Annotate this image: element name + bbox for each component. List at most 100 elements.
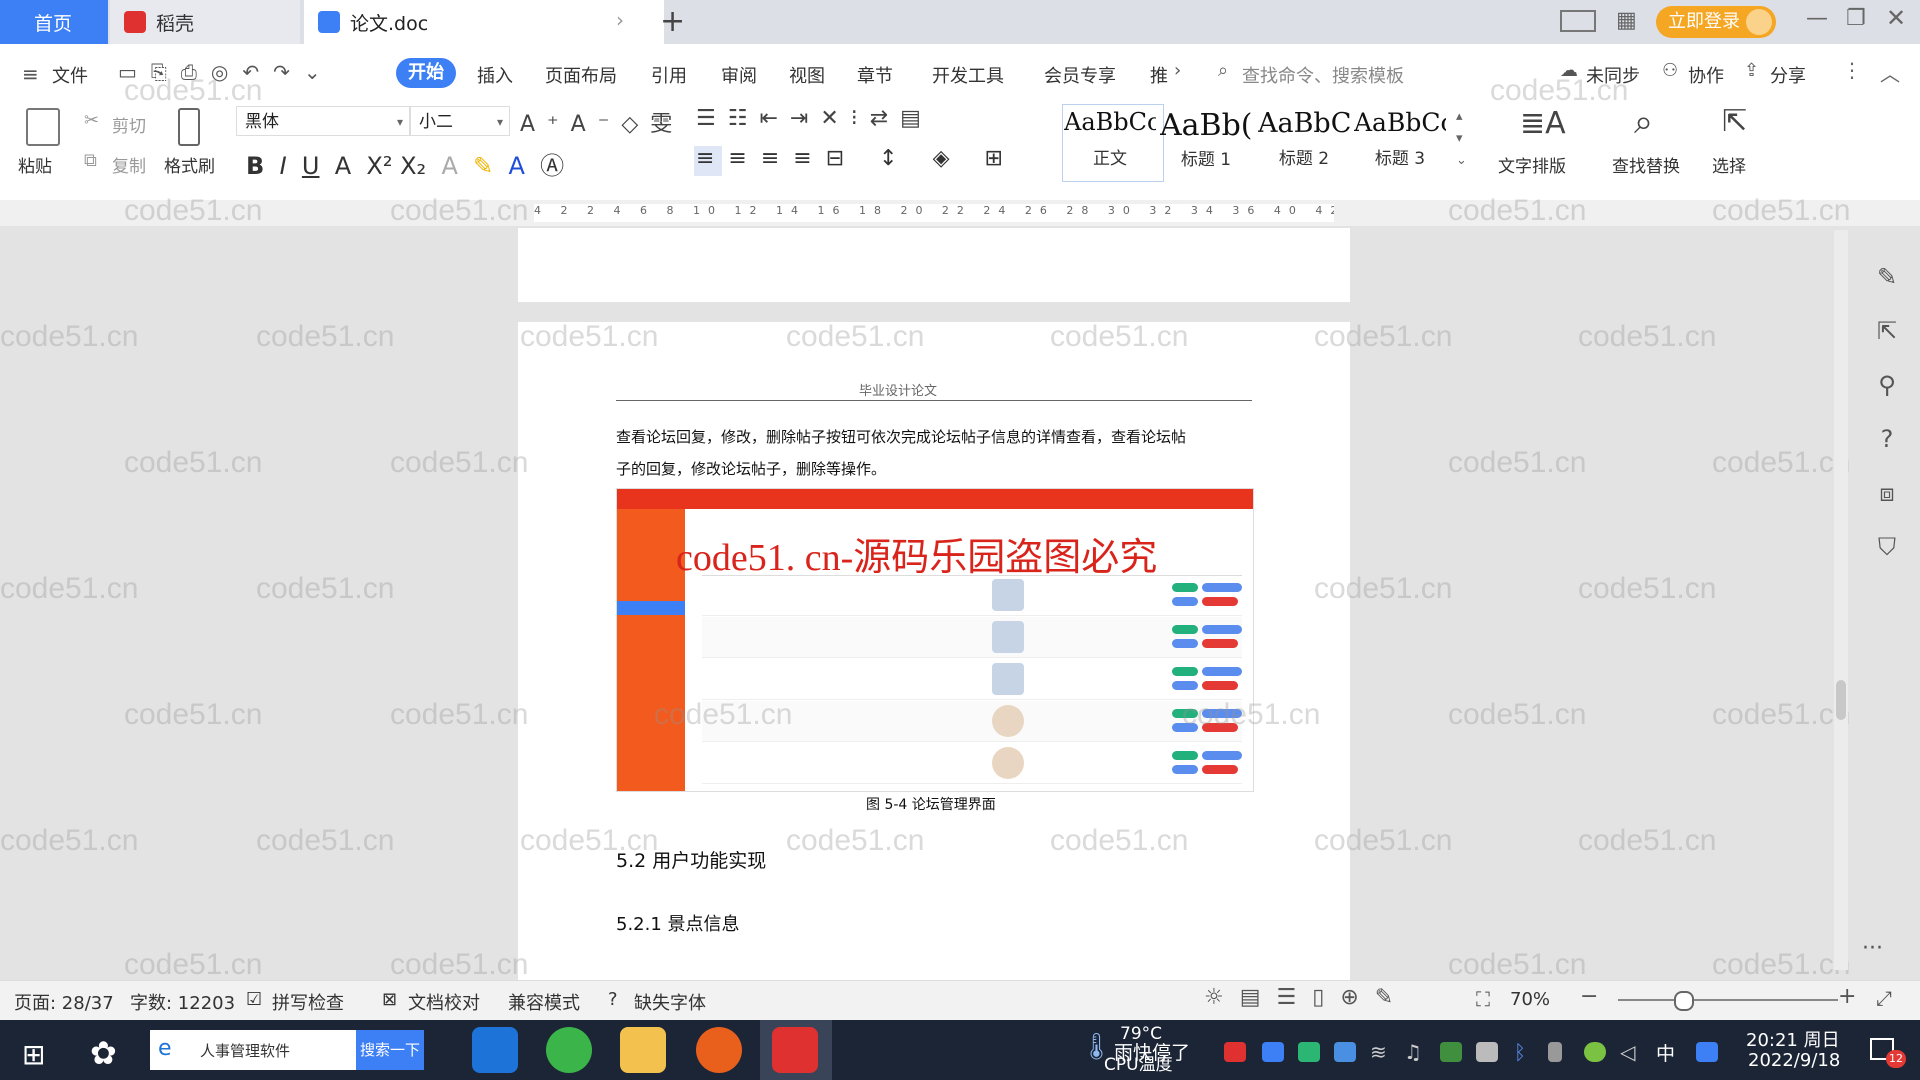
word-count[interactable]: 字数: 12203 — [130, 989, 235, 1015]
collab-button[interactable]: 协作 — [1688, 62, 1724, 88]
style-heading-1[interactable]: AaBb(标题 1 — [1160, 108, 1252, 178]
more-menu-icon[interactable]: › — [1174, 60, 1181, 81]
zoom-slider-handle[interactable] — [1674, 991, 1694, 1011]
tab-daoke[interactable]: 稻壳 — [110, 0, 300, 44]
menu-review[interactable]: 审阅 — [721, 62, 757, 88]
zoom-slider-track[interactable] — [1618, 999, 1838, 1001]
font-size-select[interactable]: 小二 ▾ — [410, 106, 510, 136]
view-mode-icons[interactable]: ☼▤☰▯⊕✎ — [1204, 985, 1409, 1010]
restore-icon[interactable]: ❐ — [1846, 6, 1866, 31]
style-normal[interactable]: AaBbCcI正文 — [1064, 108, 1156, 178]
font-size-tools[interactable]: A⁺A⁻◇雯 — [520, 106, 684, 138]
grid-icon[interactable]: ▦ — [1616, 8, 1637, 33]
tab-close-icon[interactable]: › — [616, 8, 624, 32]
adjust-icon[interactable]: ⚲ — [1862, 358, 1912, 412]
wifi-icon[interactable]: ≋ — [1370, 1040, 1387, 1064]
paste-icon[interactable] — [26, 108, 60, 146]
sync-status[interactable]: 未同步 — [1586, 62, 1640, 88]
select-button[interactable]: 选择 — [1712, 152, 1746, 177]
tray-icon-4[interactable] — [1440, 1042, 1462, 1062]
clock-time[interactable]: 20:21 周日 — [1746, 1026, 1840, 1052]
weather-status[interactable]: 雨快停了 — [1114, 1038, 1190, 1065]
clock-date[interactable]: 2022/9/18 — [1748, 1050, 1840, 1071]
ime-indicator[interactable]: 中 — [1656, 1039, 1675, 1066]
style-heading-2[interactable]: AaBbC 标题 2 — [1258, 108, 1350, 178]
login-button[interactable]: 立即登录 — [1656, 6, 1776, 38]
tray-q-icon[interactable] — [1696, 1042, 1718, 1062]
menu-references[interactable]: 引用 — [651, 62, 687, 88]
bell-icon[interactable]: ♫ — [1404, 1040, 1422, 1064]
app-mascot-icon[interactable] — [696, 1027, 742, 1073]
fullscreen-icon[interactable]: ⤢ — [1876, 986, 1892, 1010]
zoom-out-icon[interactable]: − — [1580, 984, 1598, 1009]
menu-chapter[interactable]: 章节 — [857, 62, 893, 88]
menu-layout[interactable]: 页面布局 — [545, 62, 617, 88]
page-indicator[interactable]: 页面: 28/37 — [14, 989, 114, 1015]
new-tab-icon[interactable]: + — [660, 4, 685, 39]
menu-file[interactable]: 文件 — [52, 62, 88, 88]
image-translate-icon[interactable]: ⧈ — [1862, 466, 1912, 520]
tray-shield-icon[interactable] — [1334, 1042, 1356, 1062]
ruler-ticks[interactable]: 4 2 2 4 6 8 10 12 14 16 18 20 22 24 26 2… — [534, 204, 1334, 222]
security-icon[interactable]: ⛉ — [1862, 520, 1912, 574]
hamburger-icon[interactable]: ≡ — [22, 62, 39, 86]
menu-start[interactable]: 开始 — [396, 58, 456, 88]
cut-button[interactable]: 剪切 — [112, 112, 146, 137]
text-style-tools[interactable]: B I U A X² X₂ A ✎ A Ⓐ — [246, 146, 564, 181]
tray-usb-icon[interactable] — [1548, 1042, 1562, 1062]
menu-insert[interactable]: 插入 — [477, 62, 513, 88]
spell-check-button[interactable]: 拼写检查 — [272, 989, 344, 1015]
more-options-icon[interactable]: ⋮ — [1842, 58, 1862, 82]
windows-start-icon[interactable]: ⊞ — [22, 1038, 45, 1071]
compat-mode[interactable]: 兼容模式 — [508, 989, 580, 1015]
search-command-input[interactable]: 查找命令、搜索模板 — [1242, 62, 1404, 88]
app-launcher-icon[interactable]: ✿ — [90, 1034, 117, 1072]
format-painter-button[interactable]: 格式刷 — [164, 152, 215, 177]
collapse-ribbon-icon[interactable]: ︿ — [1880, 58, 1900, 87]
scrollbar-thumb[interactable] — [1836, 680, 1846, 720]
copy-button[interactable]: 复制 — [112, 152, 146, 177]
fit-page-icon[interactable]: ⛶ — [1476, 987, 1490, 1011]
volume-icon[interactable]: ◁ — [1620, 1040, 1635, 1064]
doc-proof-button[interactable]: 文档校对 — [408, 989, 480, 1015]
alignment-tools[interactable]: ≡≡≡≡⊟ ↕ ◈ ⊞ — [696, 146, 1017, 171]
zoom-in-icon[interactable]: + — [1838, 984, 1856, 1009]
tray-battery-icon[interactable] — [1476, 1042, 1498, 1062]
missing-font-button[interactable]: 缺失字体 — [634, 989, 706, 1015]
menu-recommend[interactable]: 推 — [1150, 62, 1168, 88]
taskbar-search-button[interactable]: 搜索一下 — [356, 1030, 424, 1070]
tray-icon-1[interactable] — [1224, 1042, 1246, 1062]
minimize-icon[interactable]: — — [1806, 6, 1828, 31]
tray-icon-5[interactable] — [1584, 1042, 1606, 1062]
close-window-icon[interactable]: ✕ — [1886, 4, 1906, 32]
layout-icon[interactable] — [1560, 10, 1596, 32]
tab-document[interactable]: 论文.doc › — [304, 0, 664, 44]
ie-browser-icon[interactable] — [472, 1027, 518, 1073]
style-heading-3[interactable]: AaBbCc 标题 3 — [1354, 108, 1446, 178]
pen-icon[interactable]: ✎ — [1862, 250, 1912, 304]
menu-view[interactable]: 视图 — [789, 62, 825, 88]
bluetooth-icon[interactable]: ᛒ — [1514, 1040, 1526, 1064]
help-icon[interactable]: ? — [1862, 412, 1912, 466]
more-tools-icon[interactable]: ··· — [1862, 936, 1883, 961]
quick-access-icons[interactable]: ▭⎘⎙◎↶↷⌄ — [118, 60, 335, 84]
file-explorer-icon[interactable] — [620, 1027, 666, 1073]
taskbar-search-input[interactable]: e 人事管理软件 — [150, 1030, 356, 1070]
zoom-level[interactable]: 70% — [1510, 989, 1550, 1010]
menu-member[interactable]: 会员专享 — [1044, 62, 1116, 88]
find-replace-button[interactable]: 查找替换 — [1612, 152, 1680, 177]
tray-icon-2[interactable] — [1262, 1042, 1284, 1062]
list-and-indent-tools[interactable]: ☰☷⇤⇥✕⁝⇄▤ — [696, 106, 933, 131]
tray-icon-3[interactable] — [1298, 1042, 1320, 1062]
styles-scroll-icon[interactable]: ▴ ▾ ⌄ — [1456, 106, 1467, 172]
share-button[interactable]: 分享 — [1770, 62, 1806, 88]
paste-button[interactable]: 粘贴 — [18, 152, 52, 177]
tab-home[interactable]: 首页 — [0, 0, 108, 44]
menu-devtools[interactable]: 开发工具 — [932, 62, 1004, 88]
wps-office-icon[interactable] — [772, 1027, 818, 1073]
text-layout-button[interactable]: 文字排版 — [1498, 152, 1566, 177]
browser-360-icon[interactable] — [546, 1027, 592, 1073]
cursor-icon[interactable]: ⇱ — [1862, 304, 1912, 358]
vertical-scrollbar[interactable] — [1834, 230, 1848, 970]
font-family-select[interactable]: 黑体 ▾ — [236, 106, 410, 136]
